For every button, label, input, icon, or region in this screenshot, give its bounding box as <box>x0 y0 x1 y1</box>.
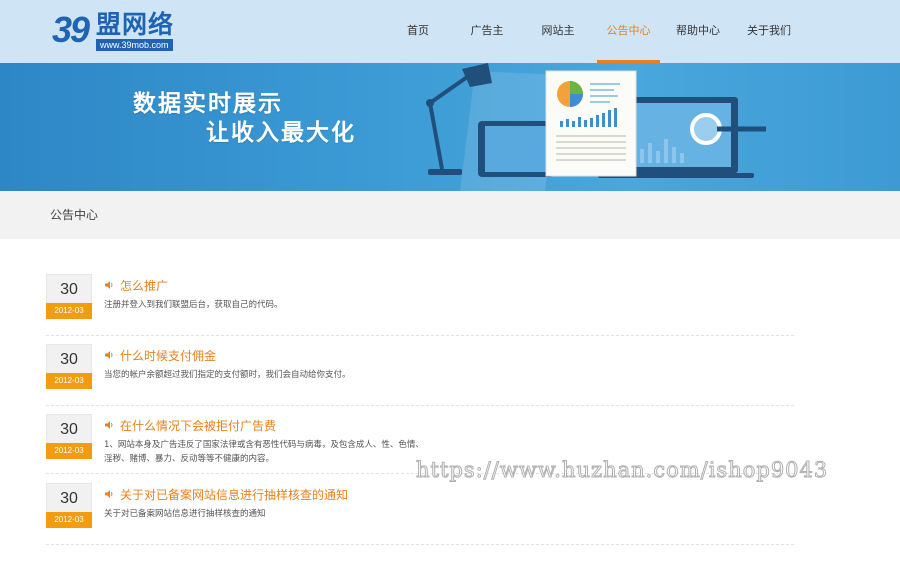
notice-item: 30 2012-03 关于对已备案网站信息进行抽样核查的通知 关于对已备案网站信… <box>46 483 794 545</box>
notice-desc-line: 注册并登入到我们联盟后台，获取自己的代码。 <box>104 300 283 310</box>
date-month: 2012-03 <box>46 373 92 389</box>
notice-desc-line: 淫秽、赌博、暴力、反动等等不健康的内容。 <box>104 454 275 464</box>
nav-home[interactable]: 首页 <box>404 0 432 63</box>
nav-webmaster[interactable]: 网站主 <box>540 0 576 63</box>
site-header: 39 盟网络 www.39mob.com 首页 广告主 网站主 公告中心 帮助中… <box>0 0 900 63</box>
logo-url: www.39mob.com <box>96 39 173 51</box>
notice-desc-line: 关于对已备案网站信息进行抽样核查的通知 <box>104 509 266 519</box>
speaker-icon <box>105 421 113 429</box>
hero-banner: 数据实时展示 让收入最大化 <box>0 63 900 191</box>
date-month: 2012-03 <box>46 443 92 459</box>
banner-illustration <box>426 63 766 191</box>
breadcrumb: 公告中心 <box>0 191 900 239</box>
notice-item: 30 2012-03 什么时候支付佣金 当您的帐户余额超过我们指定的支付额时，我… <box>46 344 794 406</box>
notice-description: 当您的帐户余额超过我们指定的支付额时，我们会自动给你支付。 <box>104 368 351 382</box>
notice-title-link[interactable]: 在什么情况下会被拒付广告费 <box>120 417 276 434</box>
notice-desc-line: 当您的帐户余额超过我们指定的支付额时，我们会自动给你支付。 <box>104 370 351 380</box>
notice-desc-line: 1、网站本身及广告违反了国家法律或含有恶性代码与病毒，及包含成人、性、色情、 <box>104 440 424 450</box>
date-badge: 30 2012-03 <box>46 483 92 528</box>
date-badge: 30 2012-03 <box>46 344 92 389</box>
notice-title-link[interactable]: 关于对已备案网站信息进行抽样核查的通知 <box>120 486 348 503</box>
date-badge: 30 2012-03 <box>46 414 92 459</box>
notice-description: 关于对已备案网站信息进行抽样核查的通知 <box>104 507 266 521</box>
date-month: 2012-03 <box>46 303 92 319</box>
logo-number: 39 <box>52 9 90 50</box>
site-logo[interactable]: 39 盟网络 www.39mob.com <box>52 10 192 54</box>
date-badge: 30 2012-03 <box>46 274 92 319</box>
speaker-icon <box>105 351 113 359</box>
date-month: 2012-03 <box>46 512 92 528</box>
nav-advertiser[interactable]: 广告主 <box>469 0 505 63</box>
nav-help[interactable]: 帮助中心 <box>674 0 722 63</box>
nav-announcements[interactable]: 公告中心 <box>597 0 660 63</box>
date-day: 30 <box>46 344 92 373</box>
date-day: 30 <box>46 414 92 443</box>
watermark-text: https://www.huzhan.com/ishop9043 <box>415 458 829 483</box>
date-day: 30 <box>46 274 92 303</box>
breadcrumb-current: 公告中心 <box>50 208 99 222</box>
notice-title-link[interactable]: 怎么推广 <box>120 277 168 294</box>
notice-description: 注册并登入到我们联盟后台，获取自己的代码。 <box>104 298 283 312</box>
notice-description: 1、网站本身及广告违反了国家法律或含有恶性代码与病毒，及包含成人、性、色情、 淫… <box>104 438 424 466</box>
notice-title-link[interactable]: 什么时候支付佣金 <box>120 347 216 364</box>
nav-about[interactable]: 关于我们 <box>745 0 793 63</box>
notice-item: 30 2012-03 怎么推广 注册并登入到我们联盟后台，获取自己的代码。 <box>46 274 794 336</box>
speaker-icon <box>105 281 113 289</box>
date-day: 30 <box>46 483 92 512</box>
logo-name: 盟网络 <box>96 10 175 39</box>
speaker-icon <box>105 490 113 498</box>
